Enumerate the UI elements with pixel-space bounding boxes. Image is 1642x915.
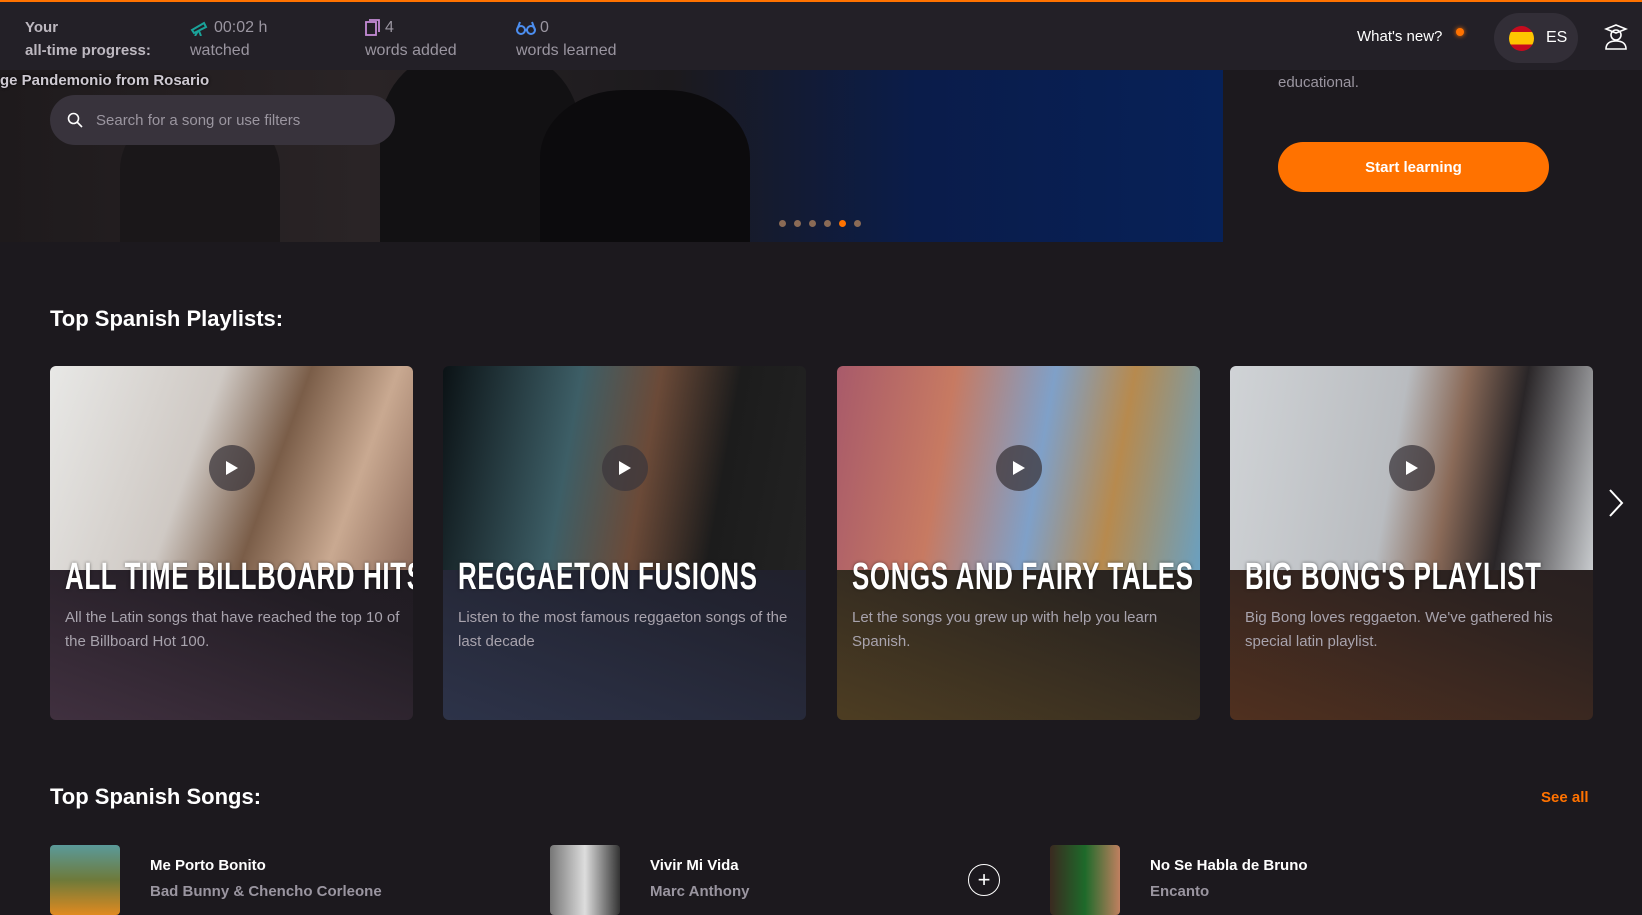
play-button[interactable] — [995, 445, 1042, 491]
play-button[interactable] — [208, 445, 255, 491]
song-item[interactable]: No Se Habla de Bruno Encanto — [1050, 845, 1308, 915]
playlist-title: ALL TIME BILLBOARD HITS — [65, 556, 413, 598]
stat-words-learned: 0 words learned — [516, 16, 617, 62]
watched-label: watched — [190, 42, 250, 59]
song-item[interactable]: Vivir Mi Vida Marc Anthony — [550, 845, 749, 915]
start-learning-button[interactable]: Start learning — [1278, 142, 1549, 192]
search-input[interactable] — [96, 111, 376, 129]
carousel-dot-active[interactable] — [839, 220, 846, 227]
progress-label-line2: all-time progress: — [25, 42, 151, 59]
song-title: Vivir Mi Vida — [650, 857, 739, 874]
play-icon — [1405, 461, 1418, 475]
watched-value: 00:02 h — [214, 19, 268, 36]
playlist-description: All the Latin songs that have reached th… — [65, 609, 400, 650]
song-title: Me Porto Bonito — [150, 857, 266, 874]
add-song-button[interactable]: + — [968, 864, 1000, 896]
carousel-dots[interactable] — [779, 220, 861, 227]
playlist-card[interactable]: ALL TIME BILLBOARD HITS All the Latin so… — [50, 366, 413, 720]
carousel-dot[interactable] — [854, 220, 861, 227]
play-button[interactable] — [601, 445, 648, 491]
playlist-description: Big Bong loves reggaeton. We've gathered… — [1245, 609, 1553, 650]
song-artist: Marc Anthony — [650, 883, 750, 900]
playlist-card[interactable]: SONGS AND FAIRY TALES Let the songs you … — [837, 366, 1200, 720]
language-code: ES — [1546, 29, 1568, 46]
song-thumbnail — [550, 845, 620, 915]
carousel-dot[interactable] — [809, 220, 816, 227]
words-learned-label: words learned — [516, 42, 617, 59]
search-icon — [67, 112, 83, 128]
playlist-description: Listen to the most famous reggaeton song… — [458, 609, 788, 650]
song-thumbnail — [1050, 845, 1120, 915]
playlist-title: REGGAETON FUSIONS — [458, 556, 758, 598]
carousel-dot[interactable] — [824, 220, 831, 227]
song-search[interactable] — [50, 95, 395, 145]
student-profile-icon[interactable] — [1604, 24, 1628, 50]
progress-label: Your all-time progress: — [25, 16, 151, 62]
playlist-title: BIG BONG'S PLAYLIST — [1245, 556, 1542, 598]
playlist-card[interactable]: BIG BONG'S PLAYLIST Big Bong loves regga… — [1230, 366, 1593, 720]
top-bar: Your all-time progress: 00:02 h watched … — [0, 0, 1642, 70]
song-thumbnail — [50, 845, 120, 915]
song-artist: Encanto — [1150, 883, 1210, 900]
playlist-description: Let the songs you grew up with help you … — [852, 609, 1158, 650]
play-icon — [618, 461, 631, 475]
chevron-right-icon[interactable] — [1606, 488, 1626, 518]
spain-flag-icon — [1509, 25, 1534, 51]
glasses-icon — [516, 21, 536, 35]
playlist-title: SONGS AND FAIRY TALES — [852, 556, 1194, 598]
whats-new-link[interactable]: What's new? — [1357, 28, 1442, 45]
playlist-card[interactable]: REGGAETON FUSIONS Listen to the most fam… — [443, 366, 806, 720]
stat-watched: 00:02 h watched — [190, 16, 267, 62]
carousel-dot[interactable] — [779, 220, 786, 227]
plus-icon: + — [977, 867, 991, 892]
play-icon — [1012, 461, 1025, 475]
play-button[interactable] — [1388, 445, 1435, 491]
song-item[interactable]: Me Porto Bonito Bad Bunny & Chencho Corle… — [50, 845, 382, 915]
cards-icon — [365, 19, 380, 36]
words-added-value: 4 — [385, 19, 394, 36]
language-selector[interactable]: ES — [1494, 13, 1578, 63]
stat-words-added: 4 words added — [365, 16, 457, 62]
song-artist: Bad Bunny & Chencho Corleone — [150, 883, 382, 900]
words-added-label: words added — [365, 42, 457, 59]
playlists-heading: Top Spanish Playlists: — [50, 306, 284, 331]
carousel-dot[interactable] — [794, 220, 801, 227]
telescope-icon — [190, 21, 208, 36]
songs-heading: Top Spanish Songs: — [50, 784, 262, 809]
play-icon — [225, 461, 238, 475]
progress-label-line1: Your — [25, 19, 59, 36]
song-title: No Se Habla de Bruno — [1150, 857, 1308, 874]
hero-side-text: educational. — [1278, 74, 1359, 91]
words-learned-value: 0 — [540, 19, 549, 36]
hero-caption: ge Pandemonio from Rosario — [0, 72, 210, 89]
see-all-link[interactable]: See all — [1541, 789, 1589, 806]
notification-dot — [1456, 28, 1464, 36]
